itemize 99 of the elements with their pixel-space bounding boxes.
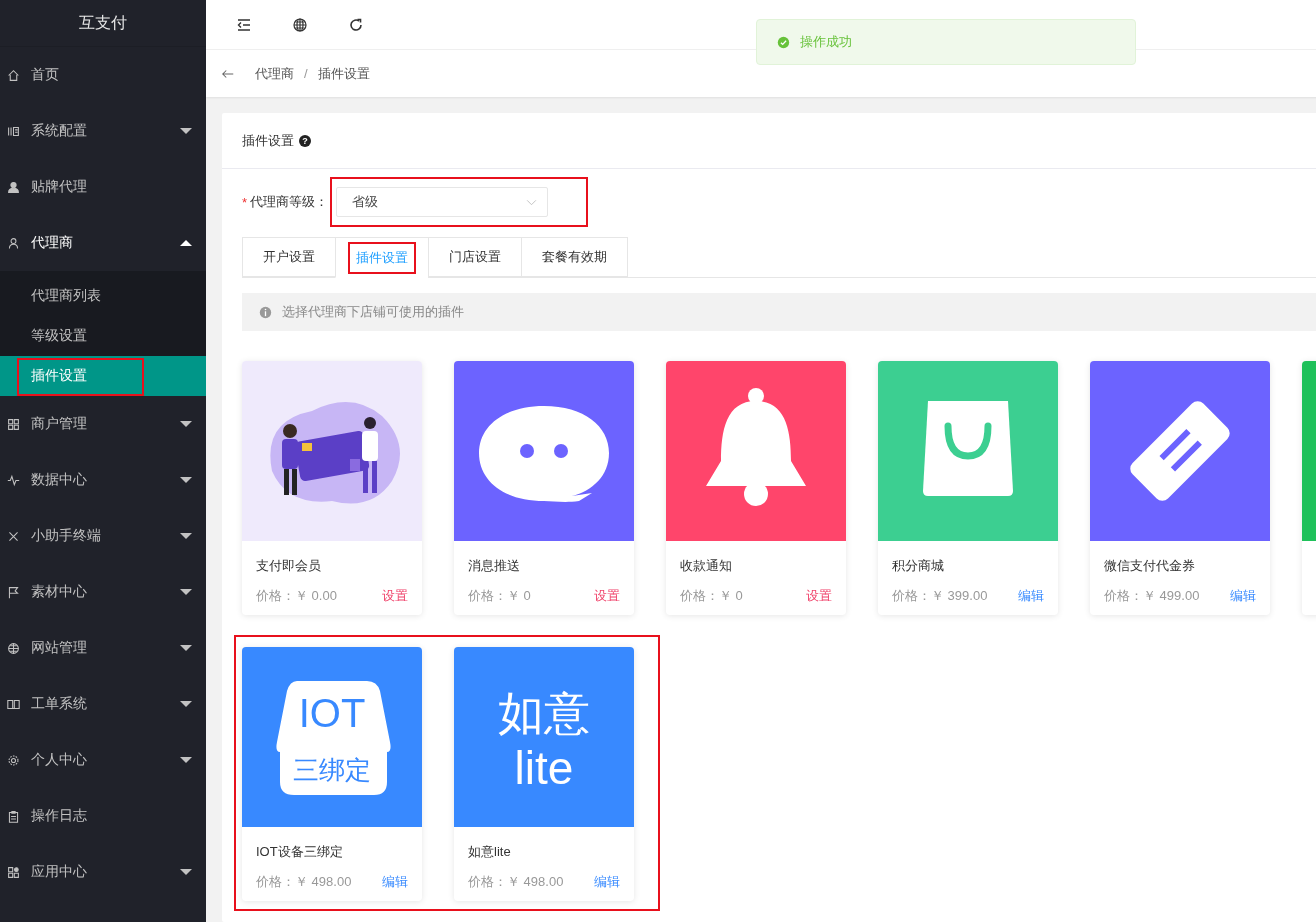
flag-icon: [7, 585, 20, 599]
field-label: 代理商等级：: [250, 193, 329, 211]
caret-icon: [180, 645, 192, 651]
chevron-down-icon: [526, 198, 538, 206]
nav-item[interactable]: 素材中心: [0, 564, 206, 620]
apps-icon: [7, 865, 20, 879]
nav-item[interactable]: 应用中心: [0, 844, 206, 900]
price-text: 价格：￥ 399.00: [892, 587, 988, 605]
home-icon: [7, 68, 20, 82]
nav-item[interactable]: 贴牌代理: [0, 159, 206, 215]
caret-icon: [180, 869, 192, 875]
nav-item[interactable]: 工单系统: [0, 676, 206, 732]
tab[interactable]: 门店设置: [428, 237, 521, 277]
plugin-name: IOT设备三绑定: [256, 843, 344, 861]
plugin-name: 消息推送: [468, 557, 521, 575]
nav-item[interactable]: 系统配置: [0, 103, 206, 159]
nav-label: 贴牌代理: [31, 178, 88, 196]
plugin-name: 收款通知: [680, 557, 733, 575]
logo-text: 如意: [498, 687, 590, 739]
level-select[interactable]: 省级: [336, 187, 549, 217]
nav-item[interactable]: 数据中心: [0, 452, 206, 508]
price-text: 价格：￥ 498.00: [468, 873, 564, 891]
breadcrumb-item[interactable]: 插件设置: [317, 64, 370, 83]
gear-icon: [7, 753, 20, 767]
nav-item[interactable]: 个人中心: [0, 732, 206, 788]
price-text: 价格：￥ 0: [680, 587, 743, 605]
breadcrumb-separator: /: [304, 66, 308, 81]
chat-bubble-icon: [479, 406, 609, 502]
info-text: 选择代理商下店铺可使用的插件: [282, 303, 464, 321]
plugin-name: 支付即会员: [256, 557, 322, 575]
action-link[interactable]: 编辑: [594, 873, 620, 891]
info-icon: [259, 305, 272, 319]
globe-icon[interactable]: [292, 16, 308, 33]
action-link[interactable]: 设置: [806, 587, 832, 605]
nav-label: 素材中心: [31, 583, 88, 601]
price-text: 价格：￥ 499.00: [1104, 587, 1200, 605]
book-icon: [7, 697, 20, 711]
plugin-name: 如意lite: [468, 843, 512, 861]
clipboard-icon: [7, 809, 20, 823]
caret-icon: [180, 128, 192, 134]
columns-icon: [7, 124, 20, 138]
caret-icon: [180, 421, 192, 427]
nav-item[interactable]: 操作日志: [0, 788, 206, 844]
breadcrumb-item[interactable]: 代理商: [255, 64, 294, 83]
logo-text: 三绑定: [293, 755, 371, 785]
globe-icon: [7, 641, 20, 655]
nav-item[interactable]: 商户管理: [0, 396, 206, 452]
tab[interactable]: 套餐有效期: [521, 237, 628, 277]
nav-label: 代理商: [31, 234, 74, 252]
plugin-name: 积分商城: [892, 557, 945, 575]
nav-label: 应用中心: [31, 863, 88, 881]
action-link[interactable]: 编辑: [382, 873, 408, 891]
caret-icon: [180, 533, 192, 539]
caret-icon: [180, 477, 192, 483]
nav-item[interactable]: 代理商: [0, 215, 206, 271]
action-link[interactable]: 设置: [594, 587, 620, 605]
required-mark: *: [242, 194, 248, 210]
nav-item[interactable]: 网站管理: [0, 620, 206, 676]
help-icon[interactable]: ?: [299, 134, 311, 147]
nav-subitem[interactable]: 插件设置: [0, 356, 206, 396]
nav-item[interactable]: 小助手终端: [0, 508, 206, 564]
plugin-name: 微信支付代金券: [1104, 557, 1196, 575]
nav-label: 网站管理: [31, 639, 88, 657]
shopping-bag-icon: [923, 401, 1013, 496]
action-link[interactable]: 编辑: [1230, 587, 1256, 605]
price-text: 价格：￥ 0: [468, 587, 531, 605]
pulse-icon: [7, 473, 20, 487]
nav-label: 个人中心: [31, 751, 88, 769]
nav-label: 系统配置: [31, 122, 88, 140]
bell-icon: [706, 388, 806, 506]
person-icon: [7, 236, 20, 250]
caret-icon: [180, 757, 192, 763]
nav-label: 小助手终端: [31, 527, 102, 545]
toast-text: 操作成功: [800, 33, 852, 51]
caret-icon: [180, 589, 192, 595]
refresh-icon[interactable]: [348, 16, 364, 33]
action-link[interactable]: 编辑: [1018, 587, 1044, 605]
check-circle-icon: [777, 35, 790, 49]
nav-label: 数据中心: [31, 471, 88, 489]
price-text: 价格：￥ 0.00: [256, 587, 337, 605]
price-text: 价格：￥ 498.00: [256, 873, 352, 891]
logo-text: IOT: [298, 691, 366, 735]
tab[interactable]: 开户设置: [242, 237, 335, 277]
nav-item[interactable]: 首页: [0, 47, 206, 103]
badge-icon: [276, 681, 391, 795]
user-icon: [7, 180, 20, 194]
logo-text: lite: [514, 742, 574, 794]
caret-icon: [180, 701, 192, 707]
caret-icon: [180, 240, 192, 246]
nav-subitem[interactable]: 等级设置: [0, 316, 206, 356]
nav-label: 工单系统: [31, 695, 88, 713]
action-link[interactable]: 设置: [382, 587, 408, 605]
grid-icon: [7, 417, 20, 431]
nav-subitem[interactable]: 代理商列表: [0, 276, 206, 316]
menu-icon[interactable]: [236, 16, 252, 33]
nav-label: 商户管理: [31, 415, 88, 433]
panel-title: 插件设置: [242, 131, 294, 150]
nav-label: 操作日志: [31, 807, 88, 825]
nav-label: 首页: [31, 66, 60, 84]
